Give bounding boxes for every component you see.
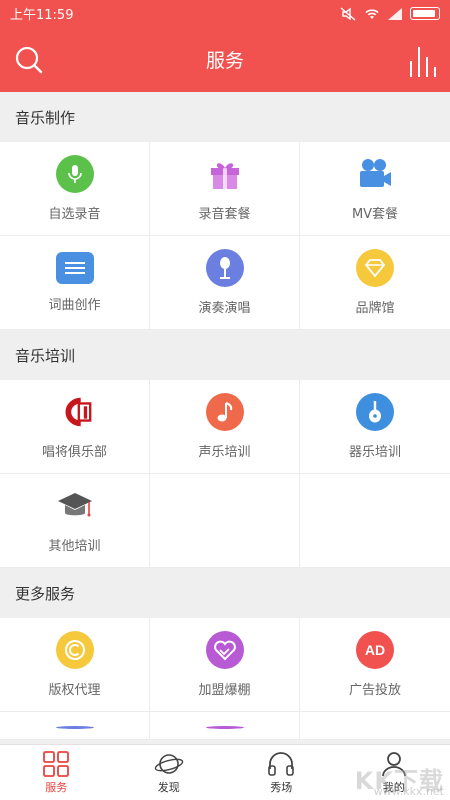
signal-icon <box>388 7 402 20</box>
more-services-grid: 版权代理 加盟爆棚 AD 广告投放 <box>0 618 450 740</box>
section-header-music-production: 音乐制作 <box>0 92 450 142</box>
status-icons <box>340 6 440 21</box>
service-label: 加盟爆棚 <box>198 683 251 698</box>
music-note-icon <box>205 393 244 431</box>
copyright-icon <box>55 631 94 669</box>
tab-label: 发现 <box>157 780 180 794</box>
diamond-icon <box>356 249 394 287</box>
service-label: 版权代理 <box>48 683 101 698</box>
service-brand-hall[interactable]: 品牌馆 <box>300 236 450 330</box>
service-label: 词曲创作 <box>48 298 101 313</box>
service-label: 其他培训 <box>48 539 101 554</box>
service-instrument-training[interactable]: 器乐培训 <box>300 380 450 474</box>
status-time: 上午11:59 <box>10 8 74 23</box>
partial-service-icon <box>205 726 244 729</box>
graduation-cap-icon <box>56 487 94 525</box>
wifi-icon <box>365 9 379 19</box>
service-label: 品牌馆 <box>355 301 395 316</box>
watermark-url: www.kkx.net <box>373 785 444 798</box>
gift-icon <box>206 155 244 193</box>
heart-handshake-icon <box>205 631 244 669</box>
service-label: 演奏演唱 <box>198 301 251 316</box>
service-label: 录音套餐 <box>198 207 251 222</box>
service-advertising[interactable]: AD 广告投放 <box>300 618 450 712</box>
section-header-more-services: 更多服务 <box>0 568 450 618</box>
service-label: 唱将俱乐部 <box>41 445 107 460</box>
grid-icon <box>43 750 70 777</box>
empty-cell <box>150 474 300 568</box>
tab-label: 服务 <box>45 780 68 794</box>
service-franchise[interactable]: 加盟爆棚 <box>150 618 300 712</box>
app-header: 服务 <box>0 27 450 92</box>
ad-icon: AD <box>356 631 394 669</box>
partial-service-icon <box>55 726 94 729</box>
service-label: 器乐培训 <box>348 445 401 460</box>
video-camera-icon <box>356 155 394 193</box>
tab-services[interactable]: 服务 <box>0 745 113 800</box>
service-label: MV套餐 <box>351 207 399 222</box>
partial-service-cell[interactable] <box>0 712 150 740</box>
microphone-icon <box>55 155 94 193</box>
mute-icon <box>340 6 356 21</box>
service-copyright-agency[interactable]: 版权代理 <box>0 618 150 712</box>
service-self-recording[interactable]: 自选录音 <box>0 142 150 236</box>
music-production-grid: 自选录音 录音套餐 MV套餐 词曲创作 演奏演唱 品牌馆 <box>0 142 450 330</box>
service-label: 声乐培训 <box>198 445 251 460</box>
service-performance[interactable]: 演奏演唱 <box>150 236 300 330</box>
service-songwriting[interactable]: 词曲创作 <box>0 236 150 330</box>
service-singer-club[interactable]: 唱将俱乐部 <box>0 380 150 474</box>
partial-service-cell[interactable] <box>150 712 300 740</box>
service-recording-package[interactable]: 录音套餐 <box>150 142 300 236</box>
service-other-training[interactable]: 其他培训 <box>0 474 150 568</box>
section-header-music-training: 音乐培训 <box>0 330 450 380</box>
planet-icon <box>154 753 184 774</box>
service-vocal-training[interactable]: 声乐培训 <box>150 380 300 474</box>
stage-microphone-icon <box>205 249 244 287</box>
headphones-icon <box>268 751 295 776</box>
guitar-icon <box>356 393 394 431</box>
battery-icon <box>410 7 440 20</box>
tab-discover[interactable]: 发现 <box>113 745 226 800</box>
bar-chart-icon[interactable] <box>408 43 438 77</box>
page-title: 服务 <box>205 50 244 72</box>
service-label: 自选录音 <box>48 207 101 222</box>
document-icon <box>55 252 94 284</box>
empty-cell <box>300 712 450 740</box>
search-icon[interactable] <box>14 45 44 75</box>
service-label: 广告投放 <box>348 683 401 698</box>
music-training-grid: 唱将俱乐部 声乐培训 器乐培训 其他培训 <box>0 380 450 568</box>
service-mv-package[interactable]: MV套餐 <box>300 142 450 236</box>
tab-label: 秀场 <box>270 780 293 794</box>
tab-showroom[interactable]: 秀场 <box>225 745 338 800</box>
empty-cell <box>300 474 450 568</box>
club-logo-icon <box>56 393 94 431</box>
status-bar: 上午11:59 <box>0 0 450 27</box>
service-list: 音乐制作 自选录音 录音套餐 MV套餐 词曲创作 演奏演唱 品牌馆 音乐培训 唱… <box>0 92 450 744</box>
